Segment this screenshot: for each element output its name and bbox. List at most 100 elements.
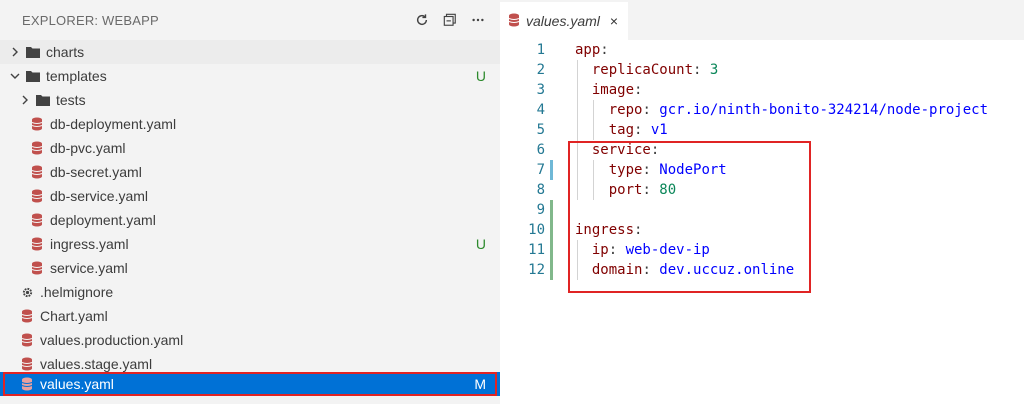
chevron-down-icon (8, 69, 22, 83)
yaml-key: ingress (575, 222, 635, 238)
chevron-right-icon (8, 45, 22, 59)
gear-icon (20, 285, 34, 299)
yaml-value: 80 (659, 182, 677, 198)
yaml-value: gcr.io/ninth-bonito-324214/node-project (659, 102, 989, 118)
line-number: 7 (536, 162, 545, 178)
line-number: 10 (528, 222, 545, 238)
tree-item-label: .helmignore (40, 284, 114, 300)
line-number: 5 (536, 122, 545, 138)
tab-bar: values.yaml × (500, 0, 1024, 40)
chevron-right-icon (18, 93, 32, 107)
tree-item-label: ingress.yaml (50, 236, 129, 252)
code-line: 11 ip: web-dev-ip (500, 240, 1024, 260)
tree-item-label: templates (46, 68, 107, 84)
line-number: 3 (536, 82, 545, 98)
yaml-value: 3 (709, 62, 719, 78)
line-number: 2 (536, 62, 545, 78)
tree-file-db-service[interactable]: db-service.yaml (0, 184, 500, 208)
tree-item-label: deployment.yaml (50, 212, 156, 228)
refresh-icon[interactable] (414, 12, 430, 28)
code-line: 7 type: NodePort (500, 160, 1024, 180)
tab-label: values.yaml (526, 13, 600, 29)
tree-file-values-selected[interactable]: values.yaml M (0, 372, 500, 396)
tree-item-label: Chart.yaml (40, 308, 108, 324)
yaml-file-icon (20, 309, 34, 323)
explorer-title: EXPLORER: WEBAPP (22, 12, 159, 28)
tree-file-helmignore[interactable]: .helmignore (0, 280, 500, 304)
tree-item-label: values.production.yaml (40, 332, 184, 348)
tree-file-values-production[interactable]: values.production.yaml (0, 328, 500, 352)
tree-item-label: db-deployment.yaml (50, 116, 177, 132)
code-line: 3 image: (500, 80, 1024, 100)
untracked-badge: U (475, 236, 486, 252)
yaml-file-icon (508, 13, 520, 30)
code-line: 8 port: 80 (500, 180, 1024, 200)
line-number: 6 (536, 142, 545, 158)
tree-file-chart[interactable]: Chart.yaml (0, 304, 500, 328)
untracked-badge: U (475, 68, 486, 84)
more-icon[interactable] (470, 12, 486, 28)
yaml-file-icon (30, 237, 44, 251)
folder-icon (36, 93, 50, 107)
code-line: 6 service: (500, 140, 1024, 160)
yaml-file-icon (30, 213, 44, 227)
line-number: 4 (536, 102, 545, 118)
yaml-file-icon (30, 165, 44, 179)
folder-icon (26, 45, 40, 59)
tree-file-db-deployment[interactable]: db-deployment.yaml (0, 112, 500, 136)
editor-pane: values.yaml × 1 app: 2 replicaCount: 3 3… (500, 0, 1024, 404)
tree-folder-charts[interactable]: charts (0, 40, 500, 64)
tree-file-deployment[interactable]: deployment.yaml (0, 208, 500, 232)
yaml-key: repo (608, 102, 643, 118)
tree-file-db-pvc[interactable]: db-pvc.yaml (0, 136, 500, 160)
tab-values-yaml[interactable]: values.yaml × (500, 2, 628, 40)
explorer-header: EXPLORER: WEBAPP (0, 0, 500, 40)
yaml-file-icon (30, 261, 44, 275)
yaml-key: ip (591, 242, 609, 258)
folder-icon (26, 69, 40, 83)
tree-folder-templates[interactable]: templates U (0, 64, 500, 88)
tree-item-label: tests (56, 92, 86, 108)
yaml-key: image (591, 82, 635, 98)
yaml-value: v1 (650, 122, 668, 138)
line-number: 9 (536, 202, 545, 218)
tree-file-db-secret[interactable]: db-secret.yaml (0, 160, 500, 184)
yaml-value: dev.uccuz.online (659, 262, 795, 278)
modified-badge: M (474, 376, 486, 392)
code-area[interactable]: 1 app: 2 replicaCount: 3 3 image: 4 repo… (500, 40, 1024, 404)
tree-item-label: values.yaml (40, 376, 114, 392)
yaml-key: app (575, 42, 601, 58)
yaml-key: service (591, 142, 651, 158)
yaml-file-icon (20, 377, 34, 391)
collapse-all-icon[interactable] (442, 12, 458, 28)
tree-folder-tests[interactable]: tests (0, 88, 500, 112)
yaml-key: replicaCount (591, 62, 694, 78)
yaml-file-icon (20, 357, 34, 371)
yaml-file-icon (30, 141, 44, 155)
code-line: 9 (500, 200, 1024, 220)
line-number: 11 (528, 242, 545, 258)
code-line: 5 tag: v1 (500, 120, 1024, 140)
close-icon[interactable]: × (610, 13, 618, 29)
code-line: 1 app: (500, 40, 1024, 60)
tree-item-label: db-service.yaml (50, 188, 149, 204)
code-line: 10 ingress: (500, 220, 1024, 240)
line-number: 12 (528, 262, 545, 278)
yaml-key: type (608, 162, 643, 178)
line-number: 8 (536, 182, 545, 198)
yaml-file-icon (20, 333, 34, 347)
code-line: 2 replicaCount: 3 (500, 60, 1024, 80)
yaml-key: port (608, 182, 643, 198)
line-number: 1 (536, 42, 545, 58)
yaml-value: NodePort (659, 162, 727, 178)
tree-item-label: db-secret.yaml (50, 164, 142, 180)
yaml-file-icon (30, 117, 44, 131)
tree-item-label: db-pvc.yaml (50, 140, 126, 156)
tree-file-ingress[interactable]: ingress.yaml U (0, 232, 500, 256)
yaml-file-icon (30, 189, 44, 203)
tree-item-label: service.yaml (50, 260, 128, 276)
code-line: 4 repo: gcr.io/ninth-bonito-324214/node-… (500, 100, 1024, 120)
yaml-key: domain (591, 262, 643, 278)
tree-item-label: charts (46, 44, 85, 60)
tree-file-service[interactable]: service.yaml (0, 256, 500, 280)
